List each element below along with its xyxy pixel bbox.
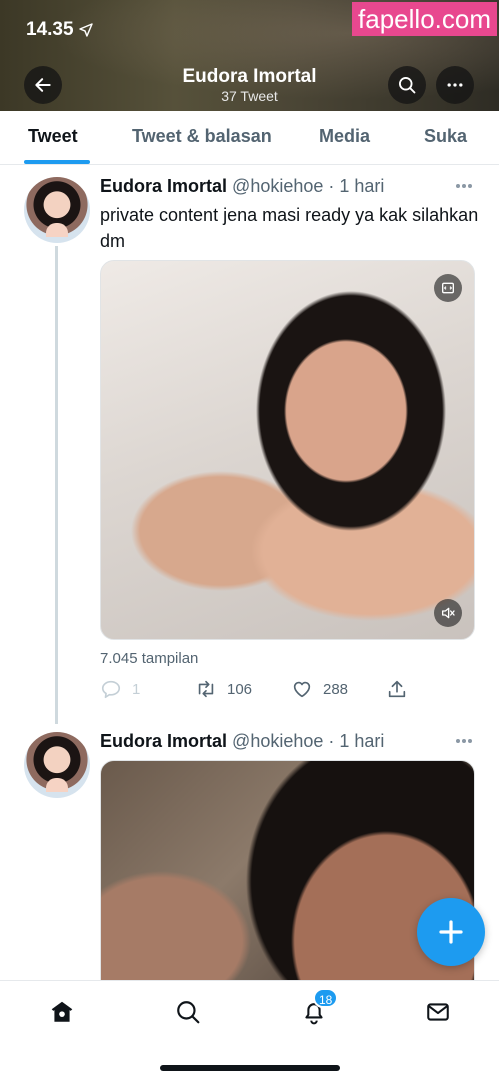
tweet-header: Eudora Imortal @hokiehoe · 1 hari — [100, 731, 384, 752]
reply-count: 1 — [132, 680, 141, 698]
like-icon — [293, 681, 311, 698]
compose-plus-icon — [439, 920, 463, 944]
nav-home[interactable] — [47, 997, 77, 1027]
retweet-button[interactable]: 106 — [195, 678, 252, 700]
avatar[interactable] — [24, 177, 90, 243]
search-button[interactable] — [388, 66, 426, 104]
share-icon — [388, 680, 406, 698]
tweet-more-icon[interactable] — [455, 183, 473, 189]
reply-icon — [101, 680, 121, 699]
compose-button[interactable] — [417, 898, 485, 966]
tweet-header: Eudora Imortal @hokiehoe · 1 hari — [100, 176, 384, 197]
more-button[interactable] — [436, 66, 474, 104]
embed-button[interactable] — [434, 274, 462, 302]
nav-messages[interactable] — [423, 997, 453, 1027]
profile-header: 14.35 fapello.com Eudora Imortal 37 Twee… — [0, 0, 499, 111]
messages-icon — [427, 1003, 449, 1021]
status-time-text: 14.35 — [26, 19, 74, 40]
tweet-time: · 1 hari — [328, 176, 385, 196]
retweet-icon — [198, 680, 214, 698]
tab-tweet[interactable]: Tweet — [28, 126, 78, 147]
view-count: 7.045 tampilan — [100, 650, 199, 667]
location-arrow-icon — [78, 23, 93, 37]
tab-media[interactable]: Media — [319, 126, 370, 147]
search-icon — [399, 77, 416, 94]
author-handle[interactable]: @hokiehoe — [232, 731, 323, 751]
active-tab-indicator — [24, 160, 90, 164]
mute-icon — [442, 607, 455, 619]
bottom-navigation: 18 — [0, 980, 499, 1080]
watermark: fapello.com — [352, 2, 497, 36]
reply-button[interactable]: 1 — [100, 678, 140, 700]
tweet-image[interactable] — [100, 760, 475, 1000]
more-icon — [447, 83, 463, 87]
nav-notifications[interactable]: 18 — [299, 988, 339, 1027]
embed-icon — [442, 282, 454, 294]
tweet-text: private content jena masi ready ya kak s… — [100, 205, 479, 251]
home-indicator — [160, 1065, 340, 1071]
share-button[interactable] — [386, 678, 408, 700]
notifications-badge: 18 — [313, 988, 339, 1008]
nav-explore[interactable] — [173, 997, 203, 1027]
mute-button[interactable] — [434, 599, 462, 627]
tweet-actions: 1 106 288 — [100, 678, 480, 704]
status-bar-time: 14.35 — [26, 19, 94, 41]
home-icon — [51, 1001, 73, 1022]
author-name[interactable]: Eudora Imortal — [100, 731, 227, 751]
author-name[interactable]: Eudora Imortal — [100, 176, 227, 196]
avatar[interactable] — [24, 732, 90, 798]
tab-tweet-and-replies[interactable]: Tweet & balasan — [132, 126, 272, 147]
like-button[interactable]: 288 — [291, 678, 348, 700]
tab-likes[interactable]: Suka — [424, 126, 467, 147]
thread-line — [55, 246, 58, 724]
profile-tabs: Tweet Tweet & balasan Media Suka — [0, 111, 499, 165]
explore-icon — [177, 1001, 200, 1024]
tweet-video[interactable] — [100, 260, 475, 640]
like-count: 288 — [323, 680, 349, 698]
tweet-more-icon[interactable] — [455, 738, 473, 744]
author-handle[interactable]: @hokiehoe — [232, 176, 323, 196]
retweet-count: 106 — [227, 680, 253, 698]
tweet-time: · 1 hari — [328, 731, 385, 751]
